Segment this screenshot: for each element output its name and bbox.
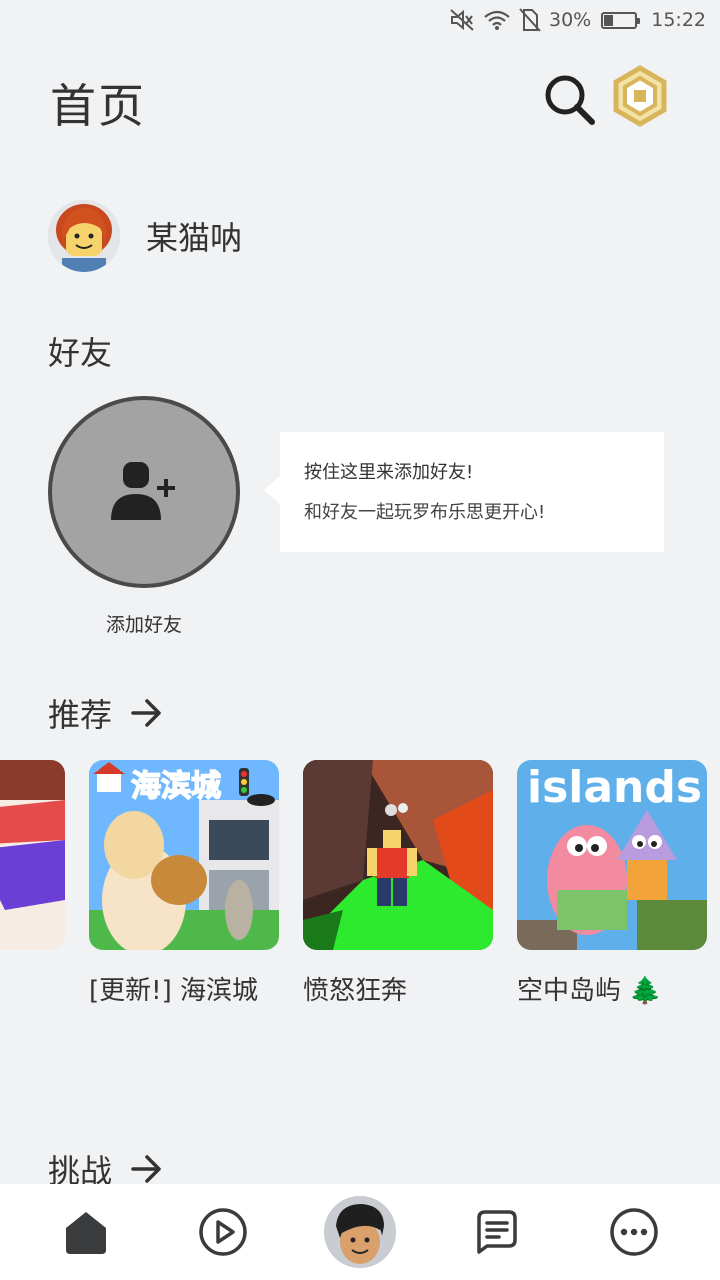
chat-icon xyxy=(477,1210,517,1254)
nav-home[interactable] xyxy=(46,1192,126,1272)
game-name[interactable]: 空中岛屿 🌲 xyxy=(517,970,707,1007)
robux-button[interactable] xyxy=(608,64,672,128)
game-card[interactable]: 愤怒狂奔 xyxy=(303,760,493,1007)
recommended-games[interactable]: 海滨城 [更新!] 海滨城 愤怒狂奔 islands 空中岛屿 🌲 xyxy=(0,760,720,1020)
search-button[interactable] xyxy=(540,70,600,130)
tooltip-line-2: 和好友一起玩罗布乐思更开心! xyxy=(304,502,546,523)
status-bar: 30% 15:22 xyxy=(0,0,720,40)
game-thumbnail[interactable] xyxy=(303,760,493,950)
recommended-header[interactable]: 推荐 xyxy=(48,690,164,736)
play-icon xyxy=(199,1208,247,1256)
wifi-icon xyxy=(484,10,510,30)
avatar[interactable] xyxy=(323,1196,396,1268)
nav-more[interactable] xyxy=(594,1192,674,1272)
recommended-title: 推荐 xyxy=(48,696,113,734)
game-thumbnail[interactable] xyxy=(0,760,65,950)
nav-chat[interactable] xyxy=(457,1192,537,1272)
mute-icon xyxy=(450,9,474,31)
robux-icon xyxy=(613,65,667,127)
home-icon xyxy=(66,1212,107,1254)
tooltip-line-1: 按住这里来添加好友! xyxy=(304,462,474,483)
clock: 15:22 xyxy=(651,9,706,31)
add-friend-tooltip: 按住这里来添加好友! 和好友一起玩罗布乐思更开心! xyxy=(264,432,664,552)
nav-discover[interactable] xyxy=(183,1192,263,1272)
bottom-nav xyxy=(0,1184,720,1280)
arrow-right-icon[interactable] xyxy=(130,698,164,728)
add-friend-label: 添加好友 xyxy=(105,614,182,636)
add-user-icon xyxy=(111,462,175,520)
battery-icon xyxy=(601,11,641,29)
game-thumbnail[interactable]: islands xyxy=(517,760,707,950)
battery-percent: 30% xyxy=(549,9,592,31)
friends-title: 好友 xyxy=(48,334,113,372)
nav-avatar[interactable] xyxy=(320,1192,400,1272)
game-thumb-title: islands xyxy=(527,762,702,813)
search-icon xyxy=(545,75,595,125)
game-name[interactable]: [更新!] 海滨城 xyxy=(89,970,279,1007)
profile-row[interactable]: 某猫呐 xyxy=(48,200,242,272)
game-card[interactable] xyxy=(0,760,65,970)
game-thumb-title: 海滨城 xyxy=(131,769,221,804)
game-card[interactable]: 海滨城 [更新!] 海滨城 xyxy=(89,760,279,1007)
game-card[interactable]: islands 空中岛屿 🌲 xyxy=(517,760,707,1007)
avatar[interactable] xyxy=(48,200,120,272)
no-sim-icon xyxy=(519,8,541,32)
game-thumbnail[interactable]: 海滨城 xyxy=(89,760,279,950)
game-name[interactable]: 愤怒狂奔 xyxy=(303,970,493,1007)
arrow-right-icon[interactable] xyxy=(130,1154,164,1184)
more-icon xyxy=(609,1208,658,1256)
page-title: 首页 xyxy=(50,79,146,133)
add-friend-button[interactable] xyxy=(48,396,240,588)
username[interactable]: 某猫呐 xyxy=(146,213,242,259)
battery-level xyxy=(604,14,614,26)
